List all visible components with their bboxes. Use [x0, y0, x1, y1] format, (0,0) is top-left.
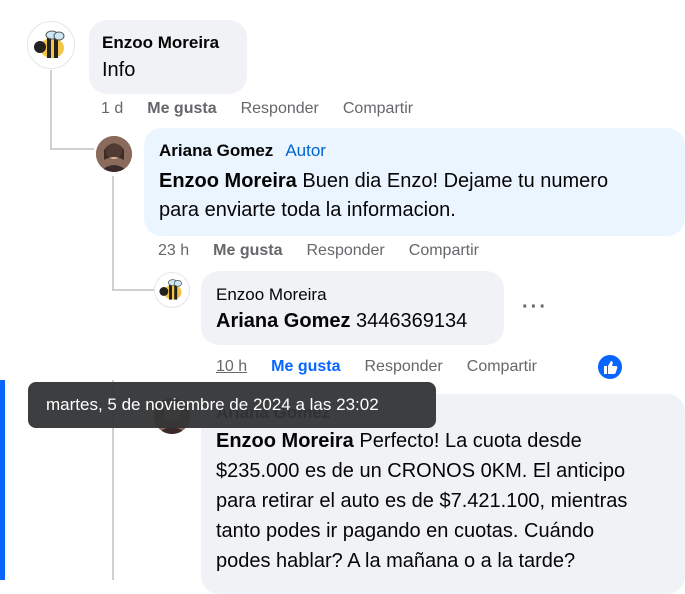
more-options-button[interactable]: ··· — [522, 296, 548, 319]
thread-elbow — [50, 148, 94, 150]
comment-text: Info — [102, 59, 136, 81]
comment-text: Ariana Gomez 3446369134 — [216, 310, 468, 332]
thread-line — [112, 176, 114, 290]
comment-text: Enzoo Moreira Perfecto! La cuota desde $… — [216, 430, 628, 572]
share-button[interactable]: Compartir — [343, 100, 413, 118]
avatar[interactable] — [96, 136, 132, 172]
comment-actions: 1 d Me gusta Responder Compartir — [101, 100, 413, 118]
author-badge: Autor — [285, 141, 326, 160]
focus-indicator — [0, 380, 5, 580]
comment-actions: 23 h Me gusta Responder Compartir — [158, 242, 479, 260]
like-button[interactable]: Me gusta — [147, 100, 216, 118]
thumbs-up-icon[interactable] — [596, 353, 624, 381]
comment-time[interactable]: 1 d — [101, 100, 123, 118]
mention-link[interactable]: Enzoo Moreira — [159, 170, 297, 192]
reply-button[interactable]: Responder — [306, 242, 384, 260]
reply-button[interactable]: Responder — [241, 100, 319, 118]
profile-photo-icon — [96, 136, 132, 172]
like-button[interactable]: Me gusta — [271, 358, 340, 376]
comment-bubble: Enzoo Moreira Info — [89, 20, 247, 94]
thread-elbow — [112, 289, 154, 291]
comment-author[interactable]: Ariana Gomez — [159, 141, 273, 160]
comment-time[interactable]: 23 h — [158, 242, 189, 260]
like-button[interactable]: Me gusta — [213, 242, 282, 260]
avatar[interactable] — [27, 21, 75, 69]
mention-link[interactable]: Ariana Gomez — [216, 310, 350, 332]
timestamp-tooltip: martes, 5 de noviembre de 2024 a las 23:… — [28, 382, 436, 428]
bee-icon — [34, 30, 65, 58]
comment-time[interactable]: 10 h — [216, 358, 247, 376]
comment-author[interactable]: Enzoo Moreira — [102, 32, 234, 54]
bee-icon — [159, 279, 182, 300]
comment-author[interactable]: Enzoo Moreira — [216, 284, 489, 306]
comment-bubble: Ariana Gomez Autor Enzoo Moreira Buen dia… — [144, 128, 685, 236]
comment-bubble: Enzoo Moreira Ariana Gomez 3446369134 — [201, 271, 504, 345]
comment-text: Enzoo Moreira Buen dia Enzo! Dejame tu n… — [159, 170, 609, 221]
share-button[interactable]: Compartir — [409, 242, 479, 260]
comment-actions: 10 h Me gusta Responder Compartir — [216, 358, 537, 376]
mention-link[interactable]: Enzoo Moreira — [216, 430, 354, 452]
avatar[interactable] — [154, 272, 190, 308]
reply-button[interactable]: Responder — [364, 358, 442, 376]
share-button[interactable]: Compartir — [467, 358, 537, 376]
thread-line — [50, 70, 52, 150]
